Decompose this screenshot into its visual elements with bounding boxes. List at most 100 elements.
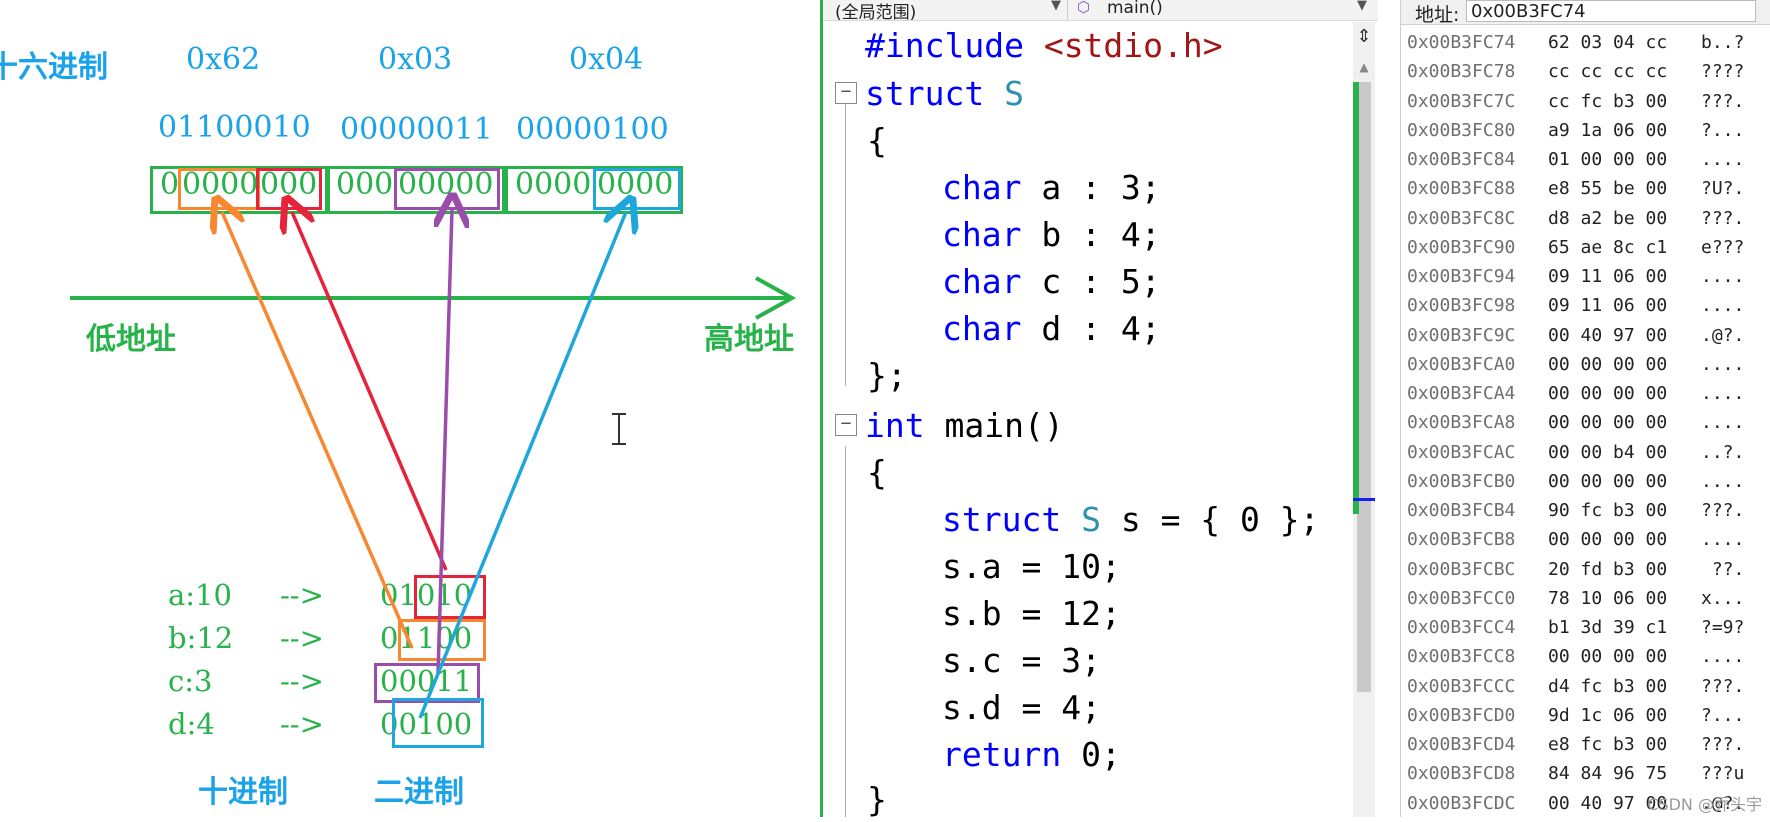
memory-ascii: x... xyxy=(1701,587,1745,609)
code-line-16[interactable]: return 0; xyxy=(942,735,1121,774)
memory-ascii: .@?. xyxy=(1701,324,1745,346)
memory-addr: 0x00B3FCC0 xyxy=(1407,587,1516,609)
memory-ascii: e??? xyxy=(1701,236,1745,258)
memory-bytes: 00 00 00 00 xyxy=(1548,383,1668,404)
memory-addr: 0x00B3FCA8 xyxy=(1407,412,1516,434)
memory-ascii: ?U?. xyxy=(1701,178,1745,200)
memory-ascii: ..?. xyxy=(1701,441,1745,463)
memory-address-bar: 地址: xyxy=(1401,0,1770,26)
type-S: S xyxy=(984,74,1024,113)
memory-ascii: .... xyxy=(1701,149,1745,170)
memory-ascii: ???. xyxy=(1701,675,1745,697)
keyword-char: char xyxy=(942,168,1022,207)
memory-ascii: ?... xyxy=(1701,119,1745,141)
memory-addr: 0x00B3FCDC xyxy=(1407,792,1516,814)
type-S: S xyxy=(1061,500,1101,539)
memory-bytes: 84 84 96 75 xyxy=(1548,763,1668,785)
memory-bytes: 9d 1c 06 00 xyxy=(1548,704,1668,726)
arrows-layer xyxy=(70,0,797,719)
memory-bytes: 65 ae 8c c1 xyxy=(1548,236,1668,258)
memory-bytes: 01 00 00 00 xyxy=(1548,149,1668,170)
memory-ascii: ?... xyxy=(1701,704,1745,726)
code-line-12[interactable]: s.a = 10; xyxy=(942,547,1121,586)
code-line-8[interactable]: }; xyxy=(867,356,907,395)
memory-bytes: 62 03 04 cc xyxy=(1548,32,1668,53)
memory-bytes: d8 a2 be 00 xyxy=(1548,207,1668,229)
memory-ascii: ???. xyxy=(1701,734,1745,755)
memory-ascii: ???. xyxy=(1701,207,1745,229)
fold-guide-line xyxy=(845,104,846,386)
memory-ascii: ???. xyxy=(1701,500,1745,521)
memory-ascii: .... xyxy=(1701,470,1745,492)
memory-addr: 0x00B3FC84 xyxy=(1407,149,1516,170)
memory-addr: 0x00B3FCA4 xyxy=(1407,383,1516,404)
memory-ascii: .... xyxy=(1701,295,1745,317)
memory-bytes: 09 11 06 00 xyxy=(1548,266,1668,287)
collapse-struct-icon[interactable]: − xyxy=(835,82,857,104)
scroll-thumb[interactable] xyxy=(1357,82,1371,692)
memory-window: 地址: 0x00B3FC74 62 03 04 cc b..? 0x00B3FC78 c… xyxy=(1400,0,1770,817)
change-indicator-bar xyxy=(1353,82,1359,514)
arrow-c xyxy=(438,210,452,675)
main-signature: main() xyxy=(924,406,1064,445)
scroll-up-arrow-icon[interactable]: ▲ xyxy=(1357,60,1371,74)
memory-addr: 0x00B3FC9C xyxy=(1407,324,1516,346)
code-line-7[interactable]: char d : 4; xyxy=(942,309,1161,348)
code-line-10[interactable]: { xyxy=(867,453,887,492)
memory-ascii: .... xyxy=(1701,266,1745,287)
keyword-char: char xyxy=(942,262,1022,301)
code-line-11[interactable]: struct S s = { 0 }; xyxy=(942,500,1320,539)
memory-addr: 0x00B3FCC4 xyxy=(1407,617,1516,638)
code-line-5[interactable]: char b : 4; xyxy=(942,215,1161,254)
fold-guide-line-main xyxy=(845,446,846,817)
memory-addr: 0x00B3FC90 xyxy=(1407,236,1516,258)
keyword-return: return xyxy=(942,735,1062,774)
chevron-down-icon: ▼ xyxy=(1051,0,1061,13)
memory-bytes: 90 fc b3 00 xyxy=(1548,500,1668,521)
include-header: <stdio.h> xyxy=(1023,26,1223,65)
memory-addr: 0x00B3FCB4 xyxy=(1407,500,1516,521)
memory-addr: 0x00B3FCD8 xyxy=(1407,763,1516,785)
code-line-9[interactable]: int main() xyxy=(865,406,1064,445)
editor-vertical-scrollbar[interactable]: ⇕ ▲ xyxy=(1353,22,1375,817)
code-line-4[interactable]: char a : 3; xyxy=(942,168,1161,207)
code-line-15[interactable]: s.d = 4; xyxy=(942,688,1101,727)
memory-ascii: .... xyxy=(1701,529,1745,551)
memory-ascii: ???u xyxy=(1701,763,1745,785)
struct-init: s = { 0 }; xyxy=(1100,500,1320,539)
memory-addr: 0x00B3FCB0 xyxy=(1407,470,1516,492)
bit-field-diagram: 十六进制 0x62 0x03 0x04 01100010 00000011 00… xyxy=(0,0,820,817)
code-editor[interactable]: (全局范围) ▼ ⬡ main() ▼ #include <stdio.h> −… xyxy=(820,0,1378,819)
keyword-struct: struct xyxy=(942,500,1062,539)
memory-ascii: ???. xyxy=(1701,90,1745,112)
memory-bytes: 20 fd b3 00 xyxy=(1548,558,1668,580)
code-line-14[interactable]: s.c = 3; xyxy=(942,641,1101,680)
code-line-3[interactable]: { xyxy=(867,121,887,160)
code-line-6[interactable]: char c : 5; xyxy=(942,262,1161,301)
function-dropdown[interactable]: ⬡ main() ▼ xyxy=(1075,0,1375,20)
arrow-b xyxy=(222,212,414,649)
address-input[interactable] xyxy=(1466,0,1756,22)
memory-bytes: 00 40 97 00 xyxy=(1548,324,1668,346)
memory-addr: 0x00B3FCA0 xyxy=(1407,353,1516,375)
code-line-1[interactable]: #include <stdio.h> xyxy=(865,26,1223,65)
code-line-17[interactable]: } xyxy=(867,780,887,819)
memory-addr: 0x00B3FC74 xyxy=(1407,32,1516,53)
memory-bytes: e8 55 be 00 xyxy=(1548,178,1668,200)
memory-bytes: b1 3d 39 c1 xyxy=(1548,617,1668,638)
memory-bytes: 00 00 b4 00 xyxy=(1548,441,1668,463)
code-line-13[interactable]: s.b = 12; xyxy=(942,594,1121,633)
memory-bytes: 00 00 00 00 xyxy=(1548,353,1668,375)
memory-addr: 0x00B3FC8C xyxy=(1407,207,1516,229)
arrow-a xyxy=(292,212,448,571)
include-directive: #include xyxy=(865,26,1024,65)
split-editor-icon[interactable]: ⇕ xyxy=(1355,26,1373,48)
memory-bytes: cc fc b3 00 xyxy=(1548,90,1668,112)
chevron-down-icon: ▼ xyxy=(1357,0,1367,13)
memory-ascii: .... xyxy=(1701,353,1745,375)
code-line-2[interactable]: struct S xyxy=(865,74,1024,113)
memory-bytes: a9 1a 06 00 xyxy=(1548,119,1668,141)
scope-dropdown[interactable]: (全局范围) ▼ xyxy=(835,0,1068,23)
memory-addr: 0x00B3FC80 xyxy=(1407,119,1516,141)
collapse-main-icon[interactable]: − xyxy=(835,414,857,436)
